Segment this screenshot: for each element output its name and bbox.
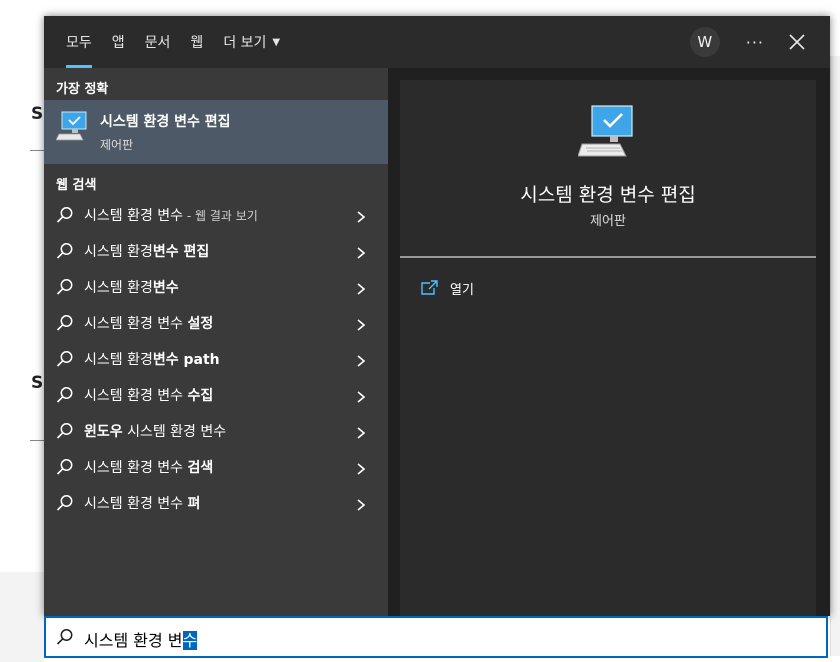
chevron-right-icon [356,460,366,475]
web-search-item[interactable]: 시스템 환경 변수 검색 [44,448,388,484]
tab-label: 웹 [190,35,204,51]
preview-title: 시스템 환경 변수 편집 [520,184,696,206]
web-search-item-label: 시스템 환경 변수 수집 [84,388,214,404]
tab-web[interactable]: 웹 [180,16,213,68]
web-search-item[interactable]: 시스템 환경 변수 - 웹 결과 보기 [44,196,388,232]
preview-panel: 시스템 환경 변수 편집 제어판 열기 [400,80,816,616]
web-search-heading: 웹 검색 [56,178,97,193]
search-icon [56,242,74,260]
background-scrollbar [830,56,840,656]
tab-documents[interactable]: 문서 [135,16,181,68]
chevron-right-icon [356,244,366,259]
open-external-icon [420,280,438,296]
open-action[interactable]: 열기 [420,276,474,300]
search-icon [56,278,74,296]
chevron-right-icon [356,496,366,511]
tab-label: 모두 [66,35,92,51]
preview-subtitle: 제어판 [590,214,626,229]
tab-label: 더 보기 [223,35,267,51]
background-text: S [31,104,44,124]
best-match-heading: 가장 정확 [56,82,109,97]
web-search-item[interactable]: 시스템 환경 변수 수집 [44,376,388,412]
web-search-item[interactable]: 시스템 환경 변수 펴 [44,484,388,520]
best-match-result[interactable]: 시스템 환경 변수 편집 제어판 [44,100,388,164]
search-icon [56,458,74,476]
web-search-item[interactable]: 윈도우 시스템 환경 변수 [44,412,388,448]
search-icon [56,628,74,646]
chevron-right-icon [356,424,366,439]
web-search-item-label: 시스템 환경 변수 펴 [84,496,201,512]
search-icon [56,350,74,368]
search-flyout: 모두 앱 문서 웹 더 보기 ▼ W ··· 가장 정확 시스템 환경 변수 편… [44,16,830,616]
chevron-right-icon [356,208,366,223]
caret-down-icon: ▼ [272,36,281,48]
results-panel: 가장 정확 시스템 환경 변수 편집 제어판 웹 검색 시스템 환경 변수 - … [44,68,388,616]
web-search-item-label: 시스템 환경 변수 검색 [84,460,214,476]
search-tabs-bar: 모두 앱 문서 웹 더 보기 ▼ W ··· [44,16,830,68]
web-search-item[interactable]: 시스템 환경변수 path [44,340,388,376]
tab-apps[interactable]: 앱 [102,16,135,68]
background-panel [0,572,44,662]
chevron-right-icon [356,280,366,295]
web-search-item-label: 시스템 환경 변수 - 웹 결과 보기 [84,208,258,224]
tab-all[interactable]: 모두 [56,16,102,68]
search-query: 시스템 환경 변수 [84,631,198,650]
web-search-item-label: 윈도우 시스템 환경 변수 [84,424,227,440]
search-icon [56,386,74,404]
web-search-item-label: 시스템 환경 변수 설정 [84,316,214,332]
computer-icon [577,104,638,160]
tab-more[interactable]: 더 보기 ▼ [213,16,290,68]
best-match-subtitle: 제어판 [100,138,134,152]
more-options-icon[interactable]: ··· [746,33,764,52]
best-match-title: 시스템 환경 변수 편집 [100,114,231,130]
web-search-item[interactable]: 시스템 환경변수 [44,268,388,304]
web-search-item-label: 시스템 환경변수 [84,280,179,296]
close-icon[interactable] [788,33,806,51]
web-search-item[interactable]: 시스템 환경 변수 설정 [44,304,388,340]
chevron-right-icon [356,352,366,367]
search-icon [56,314,74,332]
open-action-label: 열기 [450,282,474,298]
search-icon [56,206,74,224]
web-search-item-label: 시스템 환경변수 path [84,352,220,368]
computer-icon [55,110,90,142]
search-query-selection: 수 [182,631,198,650]
user-avatar-button[interactable]: W [689,27,720,57]
chevron-right-icon [356,316,366,331]
chevron-right-icon [356,388,366,403]
tab-label: 문서 [144,35,171,51]
web-search-item-label: 시스템 환경변수 편집 [84,244,210,260]
background-text: S [31,373,44,393]
tab-label: 앱 [111,35,125,51]
web-search-item[interactable]: 시스템 환경변수 편집 [44,232,388,268]
search-icon [56,422,74,440]
preview-divider [400,256,816,258]
search-icon [56,494,74,512]
search-input[interactable]: 시스템 환경 변수 [44,616,828,658]
